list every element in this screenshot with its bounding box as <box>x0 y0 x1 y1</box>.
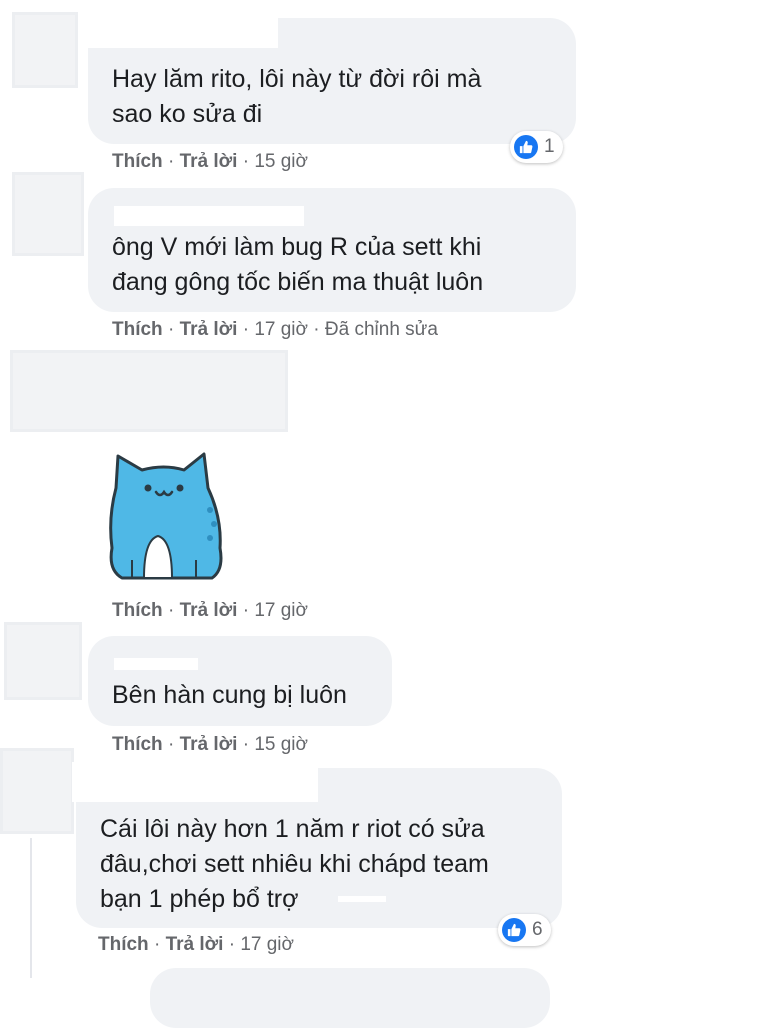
redacted-mark <box>338 896 386 902</box>
comment-actions: Thích · Trả lời · 15 giờ <box>112 151 308 172</box>
reaction-count: 6 <box>532 919 543 940</box>
like-icon <box>502 918 526 942</box>
reply-link[interactable]: Trả lời <box>180 734 238 755</box>
reply-link[interactable]: Trả lời <box>180 600 238 621</box>
comment-bubble: ông V mới làm bug R của sett khi đang gô… <box>88 188 576 312</box>
avatar[interactable] <box>12 12 78 88</box>
like-link[interactable]: Thích <box>98 934 149 955</box>
reaction-badge[interactable]: 1 <box>510 131 563 163</box>
comment-actions: Thích · Trả lời · 15 giờ <box>112 734 308 755</box>
avatar[interactable] <box>0 748 74 834</box>
avatar[interactable] <box>12 172 84 256</box>
comment-bubble-partial <box>150 968 550 1028</box>
like-icon <box>514 135 538 159</box>
like-link[interactable]: Thích <box>112 151 163 172</box>
reply-link[interactable]: Trả lời <box>180 319 238 340</box>
blue-cat-sticker-icon <box>109 452 223 580</box>
timestamp[interactable]: 17 giờ <box>254 600 308 621</box>
timestamp[interactable]: 15 giờ <box>254 734 308 755</box>
comment-text: ông V mới làm bug R của sett khi đang gô… <box>112 233 484 296</box>
comment-bubble: Bên hàn cung bị luôn <box>88 636 392 726</box>
reaction-badge[interactable]: 6 <box>498 914 551 946</box>
thread-line <box>30 838 32 978</box>
comment-text: Hay lăm rito, lôi này từ đời rôi mà sao … <box>112 65 482 128</box>
timestamp[interactable]: 15 giờ <box>254 151 308 172</box>
like-link[interactable]: Thích <box>112 734 163 755</box>
comment-text: Bên hàn cung bị luôn <box>112 681 347 709</box>
like-link[interactable]: Thích <box>112 319 163 340</box>
comment-actions: Thích · Trả lời · 17 giờ · Đã chỉnh sửa <box>112 319 438 340</box>
comment-text: Cái lôi này hơn 1 năm r riot có sửa đâu,… <box>100 815 489 913</box>
reply-link[interactable]: Trả lời <box>180 151 238 172</box>
timestamp[interactable]: 17 giờ <box>254 319 308 340</box>
comment-bubble: Hay lăm rito, lôi này từ đời rôi mà sao … <box>80 12 576 144</box>
avatar[interactable] <box>4 622 82 700</box>
reaction-count: 1 <box>544 136 555 157</box>
redacted-author-name[interactable] <box>80 12 278 48</box>
timestamp[interactable]: 17 giờ <box>240 934 294 955</box>
comment-actions: Thích · Trả lời · 17 giờ <box>112 600 308 621</box>
redacted-author-name[interactable] <box>114 658 198 670</box>
avatar[interactable] <box>10 350 288 432</box>
comment-bubble: Cái lôi này hơn 1 năm r riot có sửa đâu,… <box>72 762 562 928</box>
comment-actions: Thích · Trả lời · 17 giờ <box>98 934 294 955</box>
edited-label[interactable]: Đã chỉnh sửa <box>325 319 438 340</box>
redacted-author-name[interactable] <box>114 206 304 226</box>
reply-link[interactable]: Trả lời <box>166 934 224 955</box>
sticker-blue-cat <box>104 448 226 584</box>
redacted-author-name[interactable] <box>72 762 318 802</box>
like-link[interactable]: Thích <box>112 600 163 621</box>
